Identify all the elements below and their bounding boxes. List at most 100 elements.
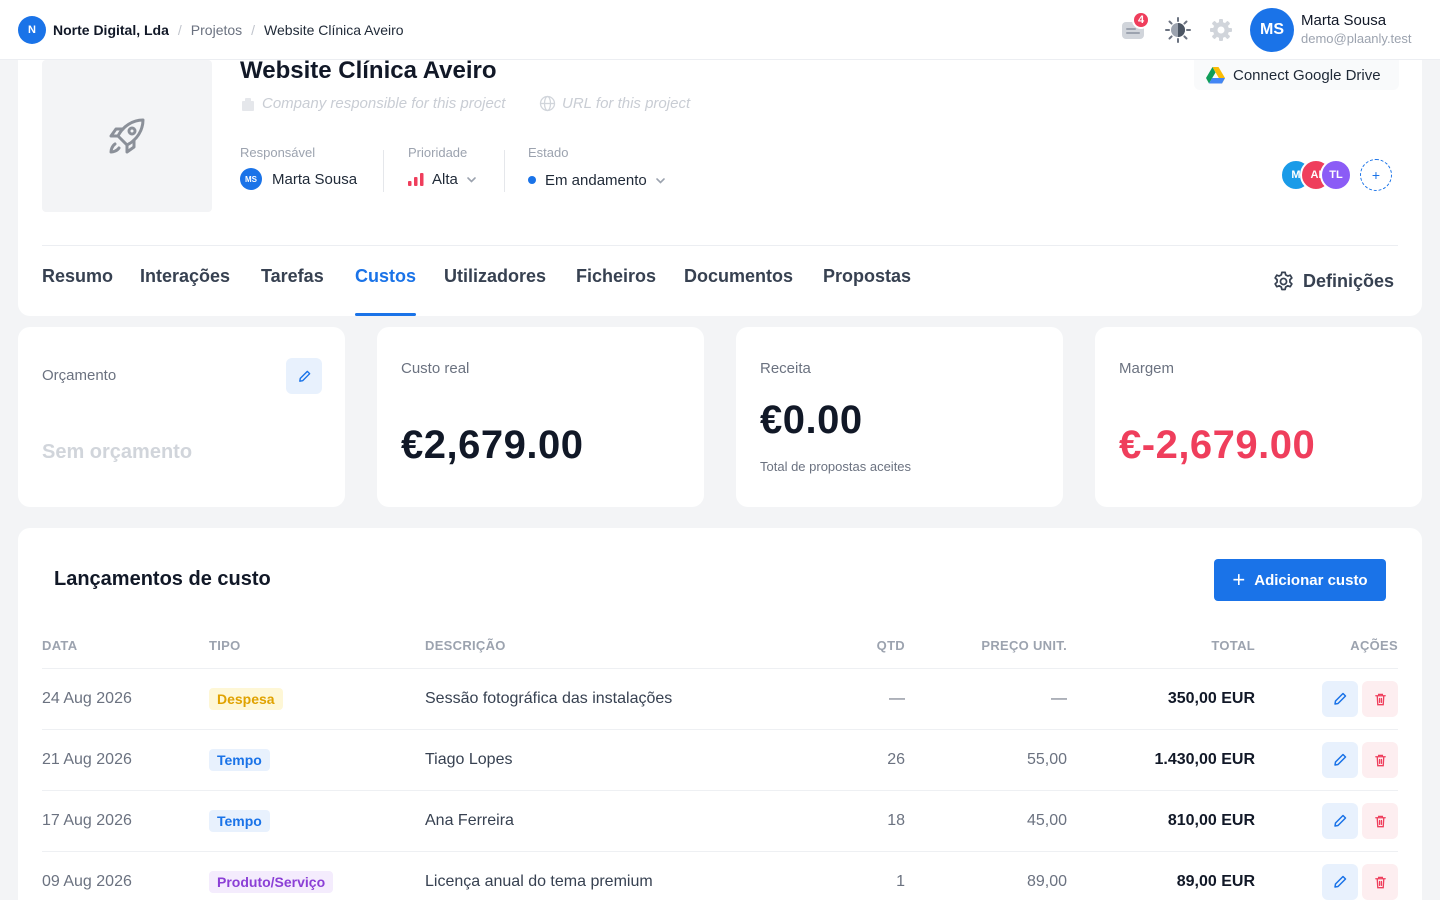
row-divider	[42, 729, 1398, 730]
theme-toggle-button[interactable]	[1163, 15, 1193, 45]
breadcrumb: N Norte Digital, Lda / Projetos / Websit…	[18, 16, 404, 44]
notification-count-badge: 4	[1132, 11, 1150, 29]
stat-card-custo-real: Custo real €2,679.00	[377, 327, 704, 507]
delete-row-button[interactable]	[1362, 742, 1398, 778]
tab-documentos[interactable]: Documentos	[684, 266, 793, 316]
row-divider	[42, 668, 1398, 669]
breadcrumb-current: Website Clínica Aveiro	[264, 22, 404, 38]
cell-total: 89,00 EUR	[1176, 873, 1255, 890]
cost-entries-card: Lançamentos de custo + Adicionar custo D…	[18, 528, 1422, 900]
cell-unit-price: 55,00	[1026, 751, 1067, 768]
top-bar: N Norte Digital, Lda / Projetos / Websit…	[0, 0, 1440, 60]
tab-resumo[interactable]: Resumo	[42, 266, 113, 316]
type-badge: Despesa	[209, 688, 283, 710]
cell-qty: 18	[887, 812, 905, 829]
chevron-down-icon	[655, 177, 665, 184]
cell-unit-price: 45,00	[1026, 812, 1067, 829]
company-field[interactable]: Company responsible for this project	[240, 95, 505, 112]
gdrive-label: Connect Google Drive	[1233, 66, 1381, 84]
project-title[interactable]: Website Clínica Aveiro	[240, 57, 497, 85]
edit-budget-button[interactable]	[286, 358, 322, 394]
stat-subtitle: Total de propostas aceites	[760, 459, 912, 474]
pencil-icon	[1334, 814, 1347, 827]
settings-button[interactable]	[1206, 15, 1236, 45]
cell-date: 09 Aug 2026	[42, 873, 132, 890]
trash-icon	[1374, 693, 1386, 705]
pencil-icon	[298, 370, 310, 382]
delete-row-button[interactable]	[1362, 681, 1398, 717]
tab-propostas[interactable]: Propostas	[823, 266, 911, 316]
team-member-avatar[interactable]: TL	[1320, 159, 1352, 191]
google-drive-icon	[1206, 66, 1225, 83]
connect-google-drive-button[interactable]: Connect Google Drive	[1194, 60, 1399, 90]
trash-icon	[1374, 815, 1386, 827]
row-divider	[42, 790, 1398, 791]
type-badge: Tempo	[209, 810, 270, 832]
status-dot	[528, 176, 536, 184]
company-placeholder: Company responsible for this project	[262, 95, 506, 112]
trash-icon	[1374, 754, 1386, 766]
row-divider	[42, 851, 1398, 852]
cell-qty: 26	[887, 751, 905, 768]
stat-label: Custo real	[401, 360, 470, 377]
gear-icon	[1210, 19, 1232, 41]
type-badge: Produto/Serviço	[209, 871, 334, 893]
tab-ficheiros[interactable]: Ficheiros	[576, 266, 656, 316]
edit-row-button[interactable]	[1322, 864, 1358, 900]
rocket-icon	[109, 118, 145, 154]
responsavel-avatar: MS	[240, 168, 262, 190]
building-icon	[242, 97, 254, 111]
stat-label: Receita	[760, 360, 811, 377]
edit-row-button[interactable]	[1322, 742, 1358, 778]
tab-tarefas[interactable]: Tarefas	[261, 266, 324, 316]
stat-card-orcamento: Orçamento Sem orçamento	[18, 327, 345, 507]
breadcrumb-projects[interactable]: Projetos	[191, 22, 242, 38]
org-logo[interactable]: N	[18, 16, 46, 44]
responsavel-select[interactable]: MS Marta Sousa	[240, 168, 357, 190]
tab-utilizadores[interactable]: Utilizadores	[444, 266, 546, 316]
add-member-button[interactable]: +	[1360, 159, 1392, 191]
cell-date: 17 Aug 2026	[42, 812, 132, 829]
cell-description: Sessão fotográfica das instalações	[425, 690, 673, 707]
globe-icon	[539, 95, 556, 112]
prioridade-label: Prioridade	[408, 145, 468, 160]
field-divider	[504, 150, 505, 192]
delete-row-button[interactable]	[1362, 803, 1398, 839]
field-divider	[383, 150, 384, 192]
tab-interacoes[interactable]: Interações	[140, 266, 230, 316]
column-header-acoes: AÇÕES	[1350, 638, 1398, 653]
user-avatar[interactable]: MS	[1250, 8, 1294, 52]
header-divider	[42, 245, 1398, 246]
delete-row-button[interactable]	[1362, 864, 1398, 900]
plus-icon: +	[1232, 567, 1246, 592]
estado-value: Em andamento	[545, 171, 647, 189]
column-header-data: DATA	[42, 638, 78, 653]
prioridade-select[interactable]: Alta	[408, 168, 477, 190]
estado-label: Estado	[528, 145, 569, 160]
trash-icon	[1374, 876, 1386, 888]
notifications-button[interactable]: 4	[1118, 11, 1150, 45]
user-name[interactable]: Marta Sousa	[1301, 12, 1386, 29]
edit-row-button[interactable]	[1322, 681, 1358, 717]
stat-value: €2,679.00	[401, 423, 584, 467]
breadcrumb-separator: /	[251, 22, 256, 38]
stat-value: Sem orçamento	[42, 441, 193, 463]
definicoes-label: Definições	[1303, 270, 1395, 291]
stat-card-receita: Receita €0.00 Total de propostas aceites	[736, 327, 1063, 507]
stat-label: Margem	[1119, 360, 1175, 377]
tab-custos[interactable]: Custos	[355, 266, 417, 316]
edit-row-button[interactable]	[1322, 803, 1358, 839]
url-field[interactable]: URL for this project	[539, 95, 690, 112]
section-title: Lançamentos de custo	[54, 568, 271, 590]
tab-definicoes[interactable]: Definições	[1272, 266, 1394, 296]
cell-qty: 1	[896, 873, 905, 890]
pencil-icon	[1334, 875, 1347, 888]
responsavel-label: Responsável	[240, 145, 316, 160]
estado-select[interactable]: Em andamento	[528, 169, 666, 191]
cell-total: 350,00 EUR	[1167, 690, 1255, 707]
cell-unit-price: —	[1051, 690, 1067, 707]
breadcrumb-org[interactable]: Norte Digital, Lda	[53, 22, 169, 38]
project-image[interactable]	[42, 60, 212, 212]
column-header-tipo: TIPO	[209, 638, 241, 653]
add-cost-button[interactable]: + Adicionar custo	[1214, 559, 1386, 601]
